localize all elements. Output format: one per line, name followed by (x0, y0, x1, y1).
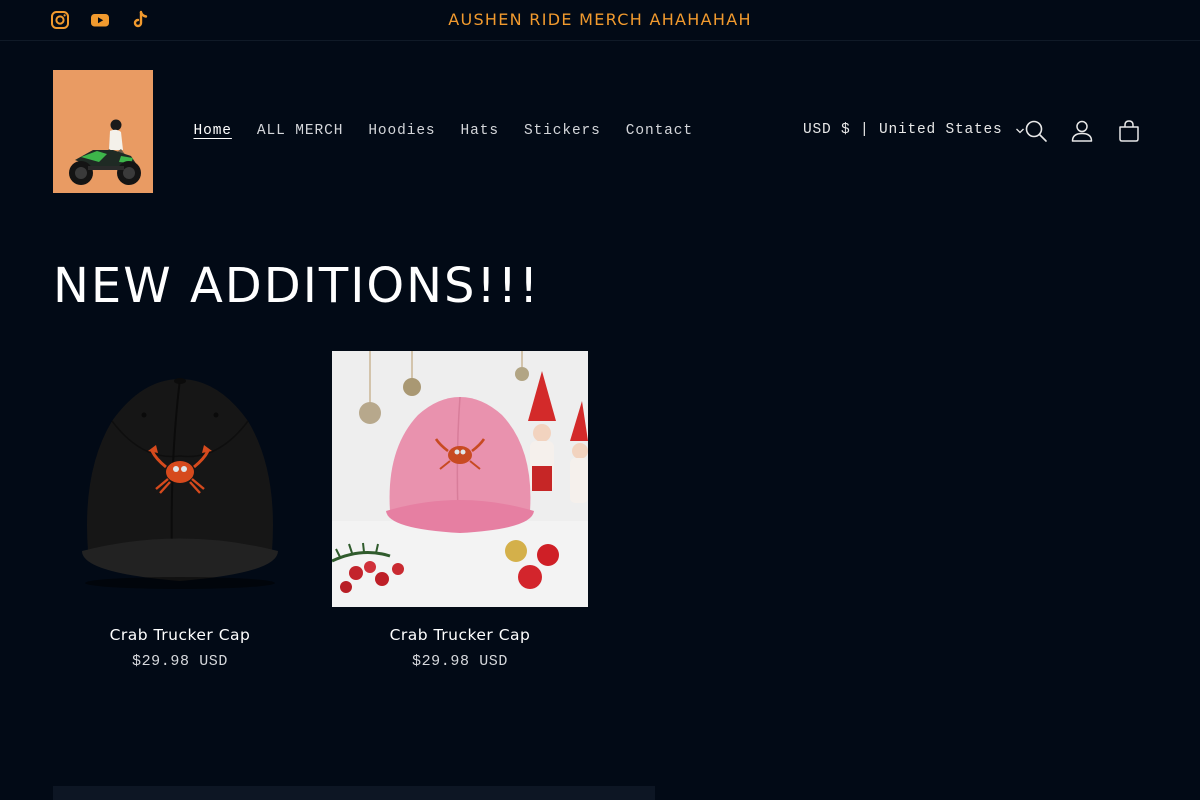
motorcycle-logo-image (53, 70, 153, 193)
account-icon (1070, 119, 1094, 143)
store-logo[interactable] (53, 70, 153, 193)
section-heading: NEW ADDITIONS!!! (53, 258, 541, 314)
pink-crab-cap-image (332, 351, 588, 607)
product-price: $29.98 USD (411, 653, 508, 670)
currency-country-label: USD $ | United States (803, 122, 1003, 138)
announcement-text: AUSHEN RIDE MERCH AHAHAHAH (448, 10, 752, 29)
main-nav: Home ALL MERCH Hoodies Hats Stickers Con… (181, 120, 705, 142)
product-title[interactable]: Crab Trucker Cap (332, 626, 588, 644)
product-title[interactable]: Crab Trucker Cap (52, 626, 308, 644)
nav-item-hoodies[interactable]: Hoodies (356, 120, 448, 142)
nav-item-hats[interactable]: Hats (448, 120, 511, 142)
product-image-link[interactable] (52, 351, 308, 607)
product-card[interactable]: Crab Trucker Cap $29.98 USD (52, 351, 308, 670)
currency-country-selector[interactable]: USD $ | United States (803, 122, 1025, 138)
cart-button[interactable] (1117, 119, 1141, 143)
nav-item-stickers[interactable]: Stickers (511, 120, 613, 142)
nav-item-all-merch[interactable]: ALL MERCH (244, 120, 355, 142)
account-button[interactable] (1070, 119, 1094, 143)
nav-item-contact[interactable]: Contact (613, 120, 705, 142)
announcement-bar: AUSHEN RIDE MERCH AHAHAHAH (0, 0, 1200, 41)
product-card[interactable]: Crab Trucker Cap $29.98 USD (332, 351, 588, 670)
cart-icon (1117, 119, 1141, 143)
product-image-link[interactable] (332, 351, 588, 607)
search-button[interactable] (1024, 119, 1048, 143)
product-price: $29.98 USD (131, 653, 228, 670)
search-icon (1024, 119, 1048, 143)
black-crab-cap-image (52, 351, 308, 607)
nav-item-home[interactable]: Home (181, 120, 244, 142)
next-section-edge (53, 786, 655, 800)
